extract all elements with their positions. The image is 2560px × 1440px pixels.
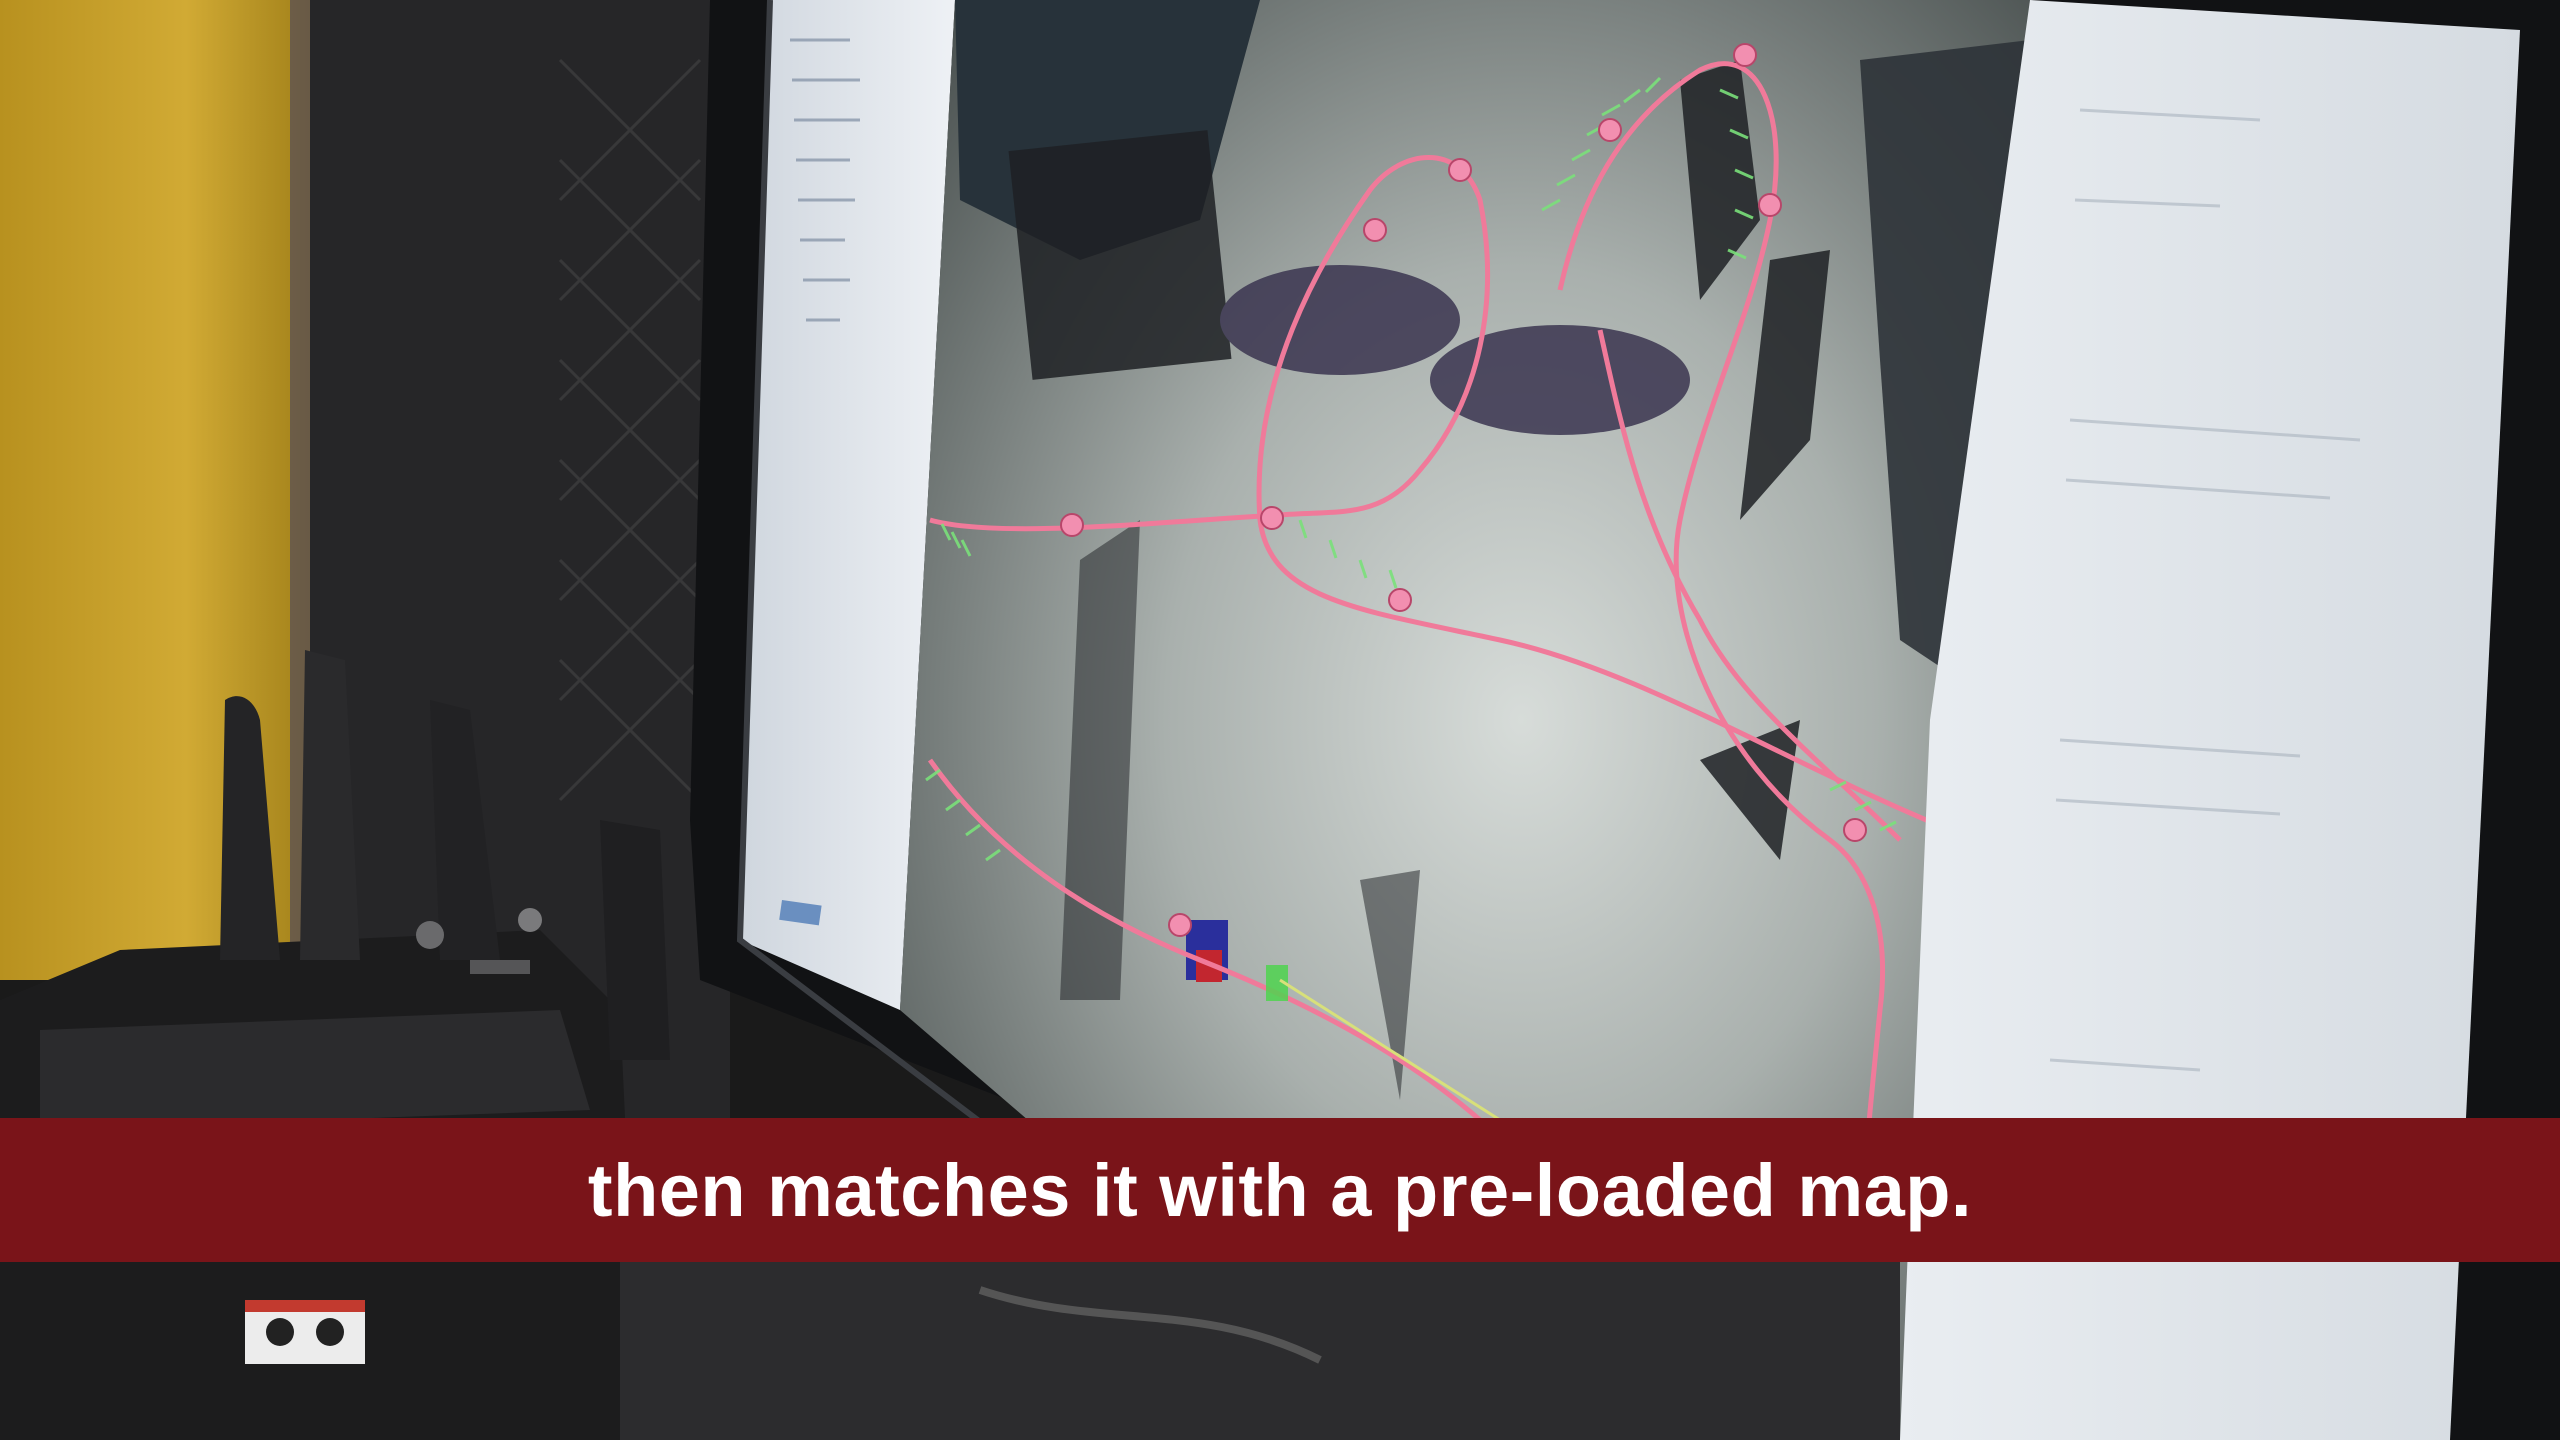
controller-sticker (245, 1300, 365, 1364)
photo-scene: then matches it with a pre-loaded map. (0, 0, 2560, 1440)
caption-bar: then matches it with a pre-loaded map. (0, 1118, 2560, 1262)
desk-area (620, 1262, 1900, 1440)
caption-text: then matches it with a pre-loaded map. (587, 1148, 1973, 1232)
